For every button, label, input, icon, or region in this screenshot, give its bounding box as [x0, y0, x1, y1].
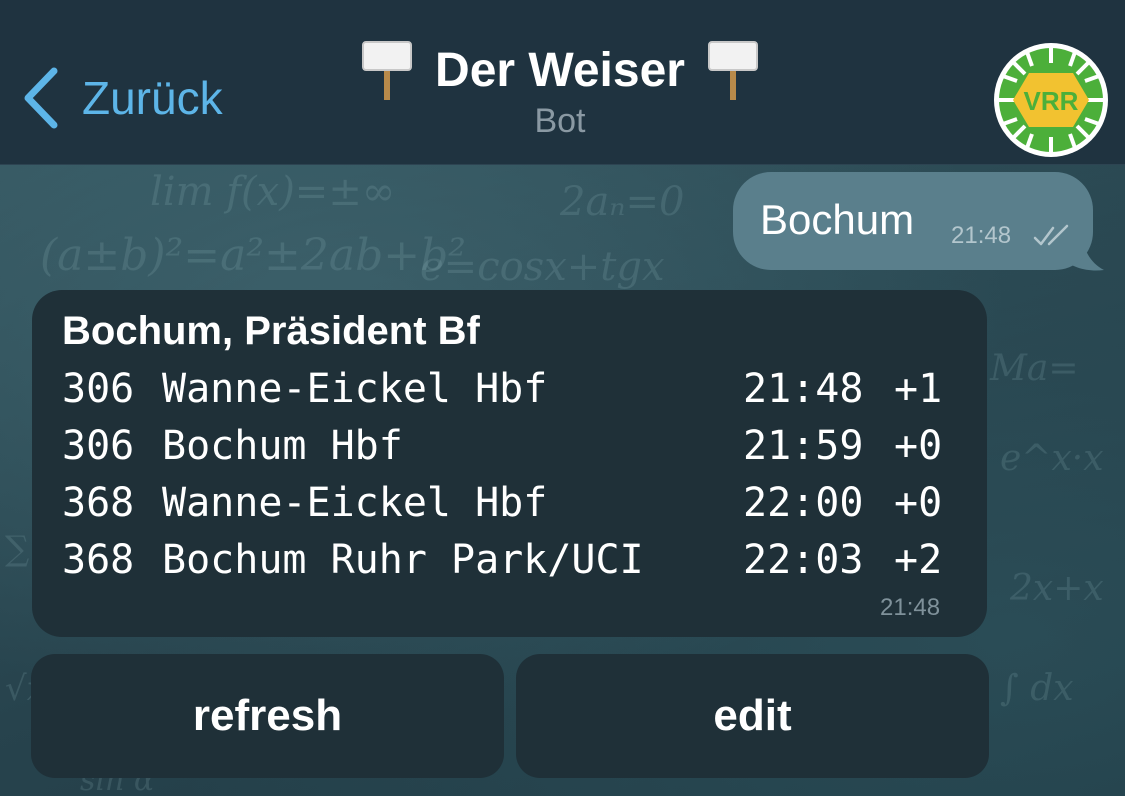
bot-avatar[interactable]: VRR	[994, 43, 1108, 157]
departure-time: 21:48	[743, 366, 864, 412]
chat-header: Zurück Der Weiser Bot VRR	[0, 0, 1125, 165]
departure-line: 368	[62, 537, 135, 583]
departure-row: 306 Bochum Hbf 21:59 +0	[62, 423, 962, 475]
departure-delay: +2	[894, 537, 943, 583]
departure-destination: Wanne-Eickel Hbf	[162, 366, 548, 412]
back-label: Zurück	[82, 72, 223, 124]
avatar-text: VRR	[1024, 86, 1079, 116]
chat-title: Der Weiser	[435, 43, 685, 97]
departure-row: 368 Wanne-Eickel Hbf 22:00 +0	[62, 480, 962, 532]
chat-title-area[interactable]: Der Weiser Bot	[330, 40, 790, 141]
svg-text:2x+x: 2x+x	[1009, 568, 1104, 609]
signpost-icon	[707, 40, 759, 100]
edit-button[interactable]: edit	[516, 654, 989, 778]
departure-delay: +0	[894, 480, 943, 526]
svg-text:e^x·x: e^x·x	[1000, 438, 1104, 479]
departure-row: 306 Wanne-Eickel Hbf 21:48 +1	[62, 366, 962, 418]
svg-text:Ma=: Ma=	[989, 348, 1079, 389]
departure-row: 368 Bochum Ruhr Park/UCI 22:03 +2	[62, 537, 962, 589]
chat-subtitle: Bot	[534, 102, 586, 140]
departure-destination: Bochum Ruhr Park/UCI	[162, 537, 644, 583]
departure-line: 306	[62, 366, 135, 412]
refresh-button-label: refresh	[192, 691, 343, 740]
svg-text:e=cosx+tgx: e=cosx+tgx	[420, 244, 665, 290]
back-button[interactable]: Zurück	[20, 62, 223, 134]
departure-delay: +0	[894, 423, 943, 469]
svg-text:∫ dx: ∫ dx	[1000, 668, 1074, 709]
departure-line: 368	[62, 480, 135, 526]
departure-time: 21:59	[743, 423, 864, 469]
double-check-icon	[1033, 224, 1069, 246]
signpost-icon	[361, 40, 413, 100]
svg-text:(a±b)²=a²±2ab+b²: (a±b)²=a²±2ab+b²	[40, 230, 466, 281]
chevron-left-icon	[24, 67, 58, 129]
departure-time: 22:03	[743, 537, 864, 583]
svg-text:∑: ∑	[5, 529, 29, 569]
svg-text:2aₙ=0: 2aₙ=0	[559, 179, 684, 225]
departure-delay: +1	[894, 366, 943, 412]
departure-time: 22:00	[743, 480, 864, 526]
outgoing-message-time: 21:48	[951, 222, 1012, 249]
departure-line: 306	[62, 423, 135, 469]
incoming-message-time: 21:48	[880, 594, 941, 621]
svg-text:lim f(x)=±∞: lim f(x)=±∞	[150, 169, 395, 215]
edit-button-label: edit	[713, 691, 792, 740]
refresh-button[interactable]: refresh	[31, 654, 504, 778]
outgoing-message-text: Bochum	[760, 196, 915, 243]
stop-name: Bochum, Präsident Bf	[62, 309, 480, 353]
departure-destination: Wanne-Eickel Hbf	[162, 480, 548, 526]
departure-destination: Bochum Hbf	[162, 423, 403, 469]
